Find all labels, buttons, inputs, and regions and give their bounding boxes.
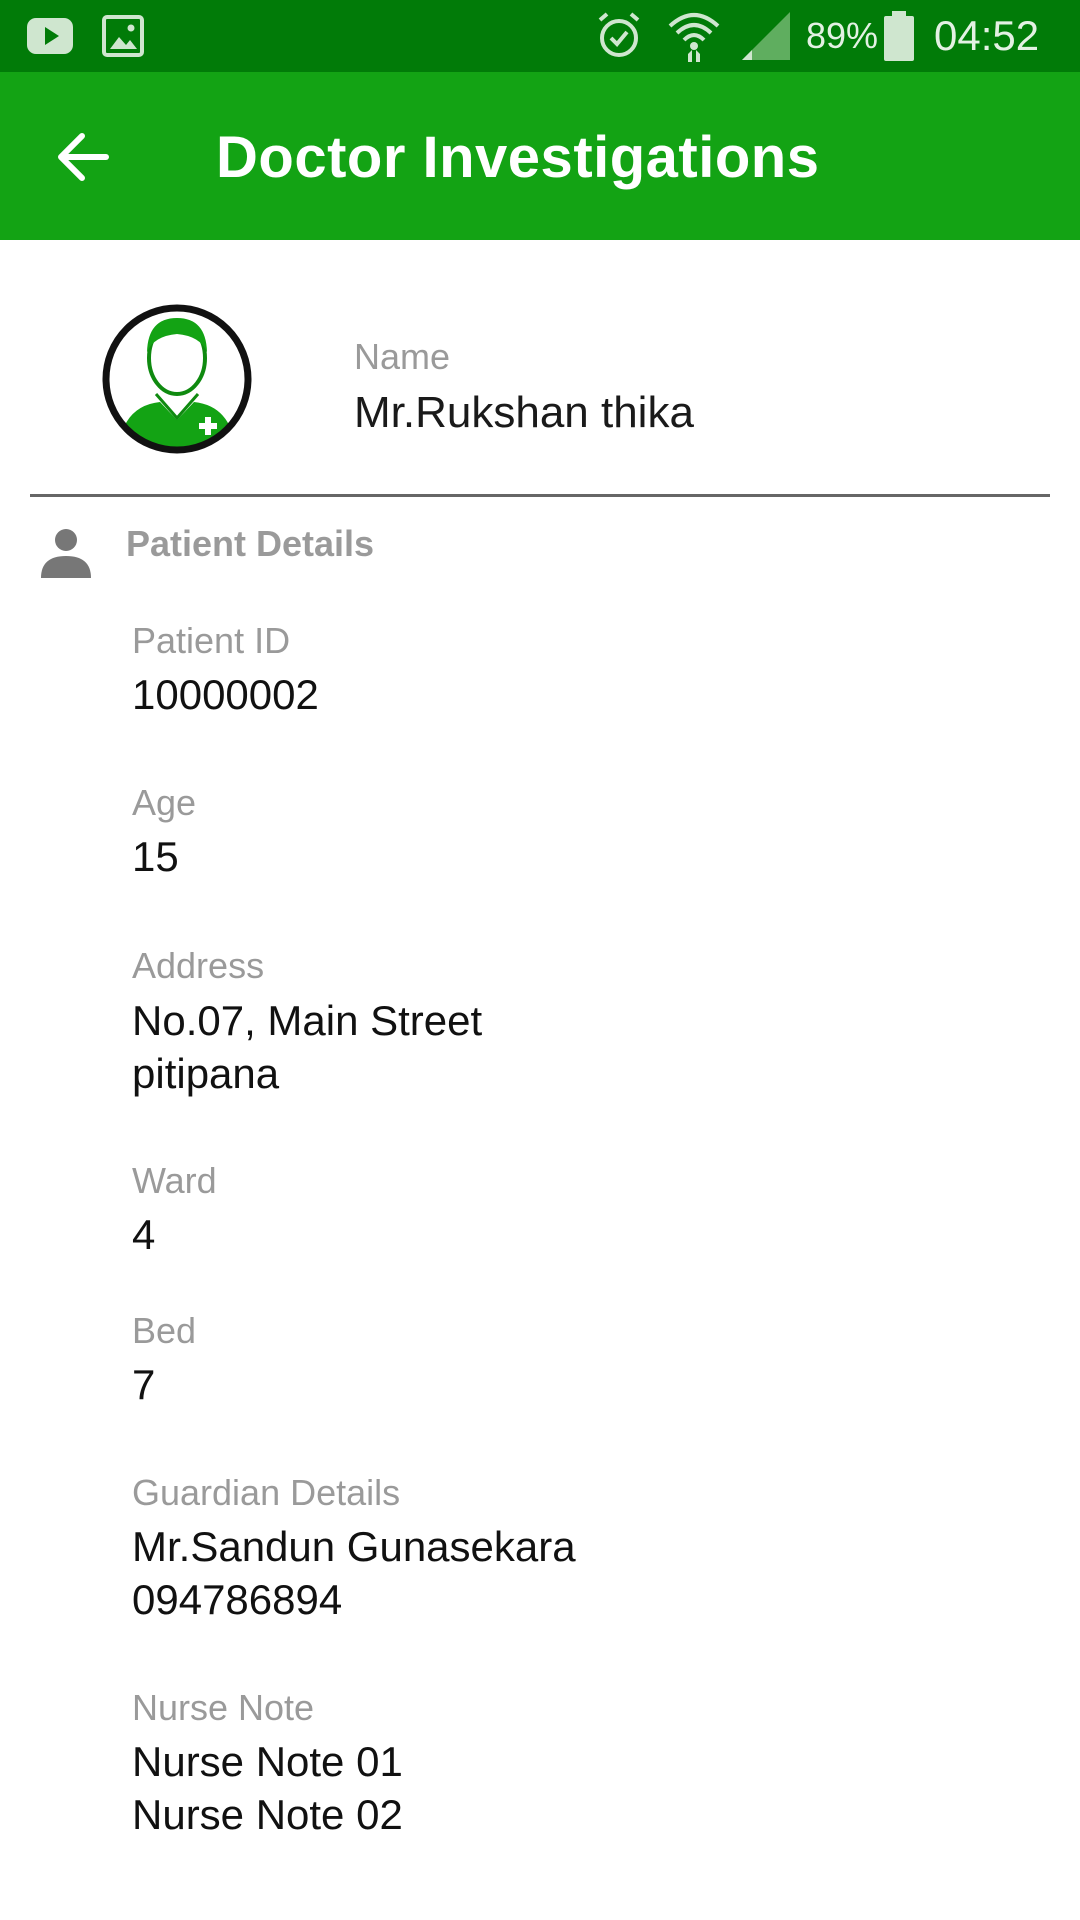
arrow-back-icon bbox=[58, 133, 109, 181]
ward-label: Ward bbox=[132, 1160, 217, 1201]
ward-value: 4 bbox=[132, 1211, 156, 1258]
battery-icon bbox=[882, 0, 916, 72]
clock-time: 04:52 bbox=[934, 12, 1040, 59]
section-title: Patient Details bbox=[126, 523, 375, 564]
address-line-2: pitipana bbox=[132, 1050, 280, 1097]
battery-percent: 89% bbox=[806, 15, 879, 56]
back-button[interactable] bbox=[52, 122, 122, 192]
patient-id-value: 10000002 bbox=[132, 671, 319, 718]
patient-id-label: Patient ID bbox=[132, 620, 291, 661]
nurse-note-line-2: Nurse Note 02 bbox=[132, 1791, 403, 1838]
name-value: Mr.Rukshan thika bbox=[354, 388, 694, 437]
doctor-avatar-icon bbox=[100, 302, 254, 456]
age-value: 15 bbox=[132, 833, 179, 880]
youtube-icon bbox=[26, 0, 74, 72]
page-title: Doctor Investigations bbox=[216, 125, 820, 190]
guardian-name: Mr.Sandun Gunasekara bbox=[132, 1523, 576, 1570]
nurse-note-label: Nurse Note bbox=[132, 1687, 315, 1728]
app-toolbar: Doctor Investigations bbox=[0, 72, 1080, 240]
address-label: Address bbox=[132, 945, 265, 986]
name-label: Name bbox=[354, 336, 451, 377]
guardian-phone: 094786894 bbox=[132, 1576, 343, 1623]
signal-icon bbox=[740, 0, 792, 72]
person-icon bbox=[38, 524, 94, 580]
alarm-icon bbox=[594, 0, 644, 72]
status-bar: 89% 04:52 bbox=[0, 0, 1080, 72]
wifi-icon bbox=[666, 0, 722, 72]
bed-value: 7 bbox=[132, 1361, 156, 1408]
nurse-note-line-1: Nurse Note 01 bbox=[132, 1738, 403, 1785]
address-line-1: No.07, Main Street bbox=[132, 997, 483, 1044]
guardian-label: Guardian Details bbox=[132, 1472, 401, 1513]
gallery-icon bbox=[102, 0, 144, 72]
age-label: Age bbox=[132, 782, 197, 823]
divider bbox=[30, 494, 1050, 497]
bed-label: Bed bbox=[132, 1310, 197, 1351]
